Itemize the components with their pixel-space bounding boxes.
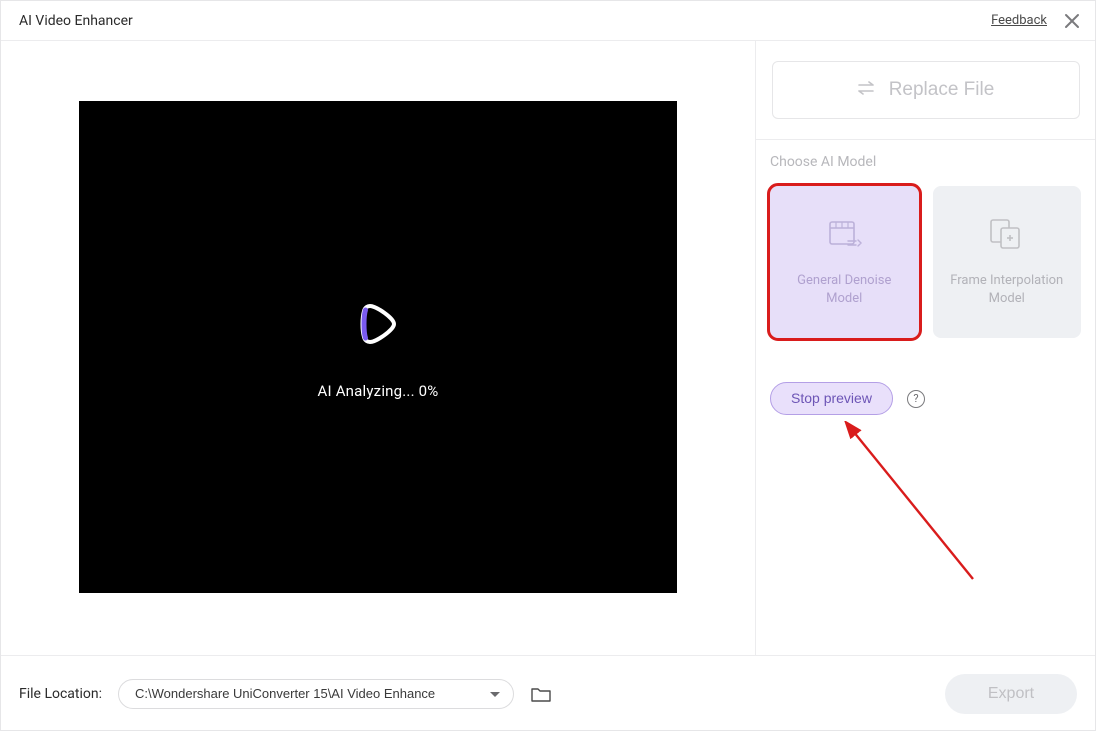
app-window: AI Video Enhancer Feedback AI Analyzing.… (0, 0, 1096, 731)
divider (756, 139, 1095, 140)
replace-file-button[interactable]: Replace File (772, 61, 1080, 119)
help-icon[interactable]: ? (907, 390, 925, 408)
preview-pane: AI Analyzing... 0% (1, 41, 755, 655)
play-logo-icon (348, 294, 408, 354)
close-icon[interactable] (1063, 12, 1081, 30)
app-title: AI Video Enhancer (19, 13, 133, 29)
export-button[interactable]: Export (945, 674, 1077, 714)
file-location-select-wrap (118, 679, 514, 709)
titlebar-actions: Feedback (991, 12, 1081, 30)
video-preview: AI Analyzing... 0% (79, 101, 677, 593)
replace-file-label: Replace File (889, 79, 995, 101)
model-general-denoise[interactable]: General Denoise Model (770, 186, 919, 338)
feedback-link[interactable]: Feedback (991, 13, 1047, 28)
content-area: AI Analyzing... 0% Replace File Choose A… (1, 41, 1095, 655)
analyzing-progress: 0% (419, 382, 439, 400)
stop-preview-button[interactable]: Stop preview (770, 382, 893, 415)
analyzing-label: AI Analyzing... (318, 382, 415, 400)
titlebar: AI Video Enhancer Feedback (1, 1, 1095, 41)
footer-bar: File Location: Export (1, 655, 1095, 731)
choose-model-label: Choose AI Model (770, 154, 1081, 170)
model-frame-interpolation[interactable]: Frame Interpolation Model (933, 186, 1082, 338)
frame-interp-icon (987, 216, 1027, 256)
model-options: General Denoise Model Frame (770, 186, 1081, 338)
swap-icon (857, 79, 877, 101)
preview-actions: Stop preview ? (770, 382, 1081, 415)
model-label: General Denoise Model (797, 272, 891, 307)
open-folder-button[interactable] (530, 683, 552, 705)
analyzing-status: AI Analyzing... 0% (318, 382, 439, 400)
file-location-select[interactable] (118, 679, 514, 709)
file-location-label: File Location: (19, 686, 102, 702)
denoise-model-icon (824, 216, 864, 256)
model-label: Frame Interpolation Model (950, 272, 1063, 307)
settings-pane: Replace File Choose AI Model (755, 41, 1095, 655)
